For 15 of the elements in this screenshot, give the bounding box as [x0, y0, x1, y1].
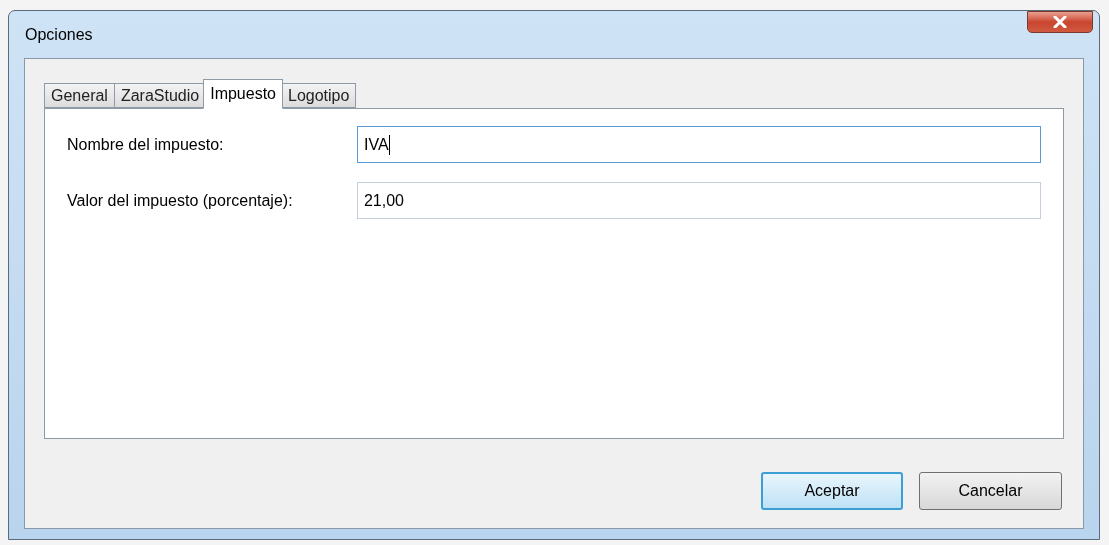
dialog-button[interactable]: Aceptar [761, 472, 903, 510]
field-value: 21,00 [363, 190, 404, 211]
tab[interactable]: General [44, 83, 115, 108]
field-label: Valor del impuesto (porcentaje): [67, 190, 294, 211]
text-field[interactable]: 21,00 [356, 182, 1041, 219]
tab[interactable]: Impuesto [203, 79, 283, 109]
field-label: Nombre del impuesto: [67, 134, 225, 155]
text-field[interactable]: IVA [356, 126, 1041, 163]
tab[interactable]: Logotipo [281, 83, 357, 108]
field-value: IVA [363, 134, 389, 155]
dialog-button[interactable]: Cancelar [919, 472, 1062, 510]
window-title: Opciones [25, 24, 93, 45]
close-button[interactable] [1027, 11, 1093, 33]
text-cursor [388, 134, 390, 155]
close-icon [1053, 16, 1067, 28]
